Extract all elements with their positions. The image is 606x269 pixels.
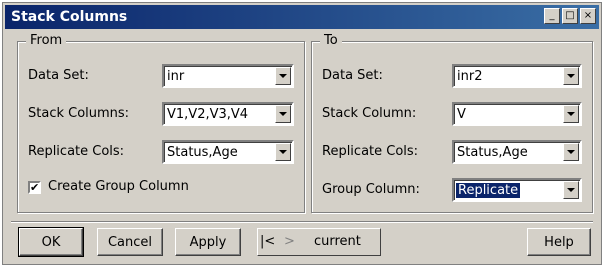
to-data-set-combo[interactable]: inr2 — [452, 64, 582, 88]
from-replicate-cols-label: Replicate Cols: — [28, 144, 125, 159]
record-navigator: |< > current — [257, 228, 381, 256]
to-replicate-cols-dropdown-arrow[interactable] — [563, 143, 579, 161]
maximize-button[interactable]: □ — [562, 8, 578, 24]
from-stack-columns-combo[interactable]: V1,V2,V3,V4 — [162, 102, 294, 126]
from-data-set-value: inr — [167, 69, 185, 84]
from-legend: From — [26, 33, 67, 48]
from-stack-columns-label: Stack Columns: — [28, 106, 130, 121]
from-data-set-combo[interactable]: inr — [162, 64, 294, 88]
from-replicate-cols-combo[interactable]: Status,Age — [162, 140, 294, 164]
to-legend: To — [320, 33, 342, 48]
from-replicate-cols-dropdown-arrow[interactable] — [275, 143, 291, 161]
to-group-column-label: Group Column: — [322, 182, 420, 197]
from-data-set-label: Data Set: — [28, 68, 89, 83]
next-record-button[interactable]: > — [284, 234, 295, 249]
cancel-button[interactable]: Cancel — [97, 228, 163, 256]
to-group-column-combo[interactable]: Replicate — [452, 178, 582, 202]
to-stack-column-value: V — [457, 107, 466, 122]
minimize-button[interactable]: _ — [544, 8, 560, 24]
from-stack-columns-dropdown-arrow[interactable] — [275, 105, 291, 123]
stack-columns-dialog: Stack Columns _ □ × From Data Set: inr S… — [2, 2, 602, 265]
chevron-down-icon — [567, 74, 575, 78]
to-data-set-dropdown-arrow[interactable] — [563, 67, 579, 85]
current-record-label: current — [314, 234, 361, 249]
to-replicate-cols-value: Status,Age — [457, 145, 528, 160]
to-group: To Data Set: inr2 Stack Column: V Replic… — [311, 33, 593, 213]
to-replicate-cols-combo[interactable]: Status,Age — [452, 140, 582, 164]
from-replicate-cols-value: Status,Age — [167, 145, 238, 160]
to-replicate-cols-label: Replicate Cols: — [322, 144, 419, 159]
chevron-down-icon — [567, 112, 575, 116]
chevron-down-icon — [279, 150, 287, 154]
to-stack-column-dropdown-arrow[interactable] — [563, 105, 579, 123]
first-record-button[interactable]: |< — [260, 234, 275, 249]
from-data-set-dropdown-arrow[interactable] — [275, 67, 291, 85]
chevron-down-icon — [279, 74, 287, 78]
chevron-down-icon — [279, 112, 287, 116]
from-group: From Data Set: inr Stack Columns: V1,V2,… — [17, 33, 305, 213]
apply-button[interactable]: Apply — [175, 228, 241, 256]
button-bar: OK Cancel Apply |< > current Help — [11, 221, 593, 260]
chevron-down-icon — [567, 188, 575, 192]
chevron-down-icon — [567, 150, 575, 154]
to-stack-column-label: Stack Column: — [322, 106, 417, 121]
ok-button[interactable]: OK — [18, 227, 84, 257]
to-group-column-dropdown-arrow[interactable] — [563, 181, 579, 199]
to-group-column-value: Replicate — [456, 183, 521, 198]
create-group-checkbox[interactable]: ✔ — [28, 181, 41, 194]
to-data-set-label: Data Set: — [322, 68, 383, 83]
window-title: Stack Columns — [11, 9, 128, 25]
title-buttons: _ □ × — [544, 8, 596, 24]
title-bar[interactable]: Stack Columns _ □ × — [5, 5, 599, 29]
to-data-set-value: inr2 — [457, 69, 483, 84]
help-button[interactable]: Help — [527, 228, 591, 256]
from-stack-columns-value: V1,V2,V3,V4 — [167, 107, 249, 122]
to-stack-column-combo[interactable]: V — [452, 102, 582, 126]
close-button[interactable]: × — [580, 8, 596, 24]
create-group-label[interactable]: Create Group Column — [48, 179, 189, 194]
